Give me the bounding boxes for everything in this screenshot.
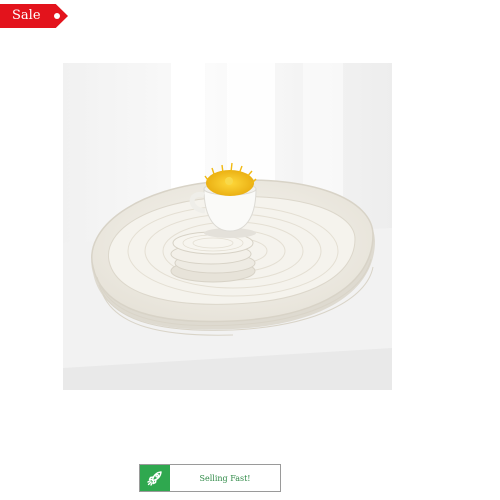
sale-badge-label: Sale [12,8,41,23]
selling-fast-label: Selling Fast! [199,473,251,483]
sale-badge: Sale [0,4,68,28]
coaster-stack [170,231,256,283]
rocket-tile [140,465,170,491]
selling-fast-indicator: Selling Fast! [139,464,281,492]
tag-hole [54,13,60,19]
rocket-icon [147,471,162,486]
product-image[interactable] [63,63,392,390]
